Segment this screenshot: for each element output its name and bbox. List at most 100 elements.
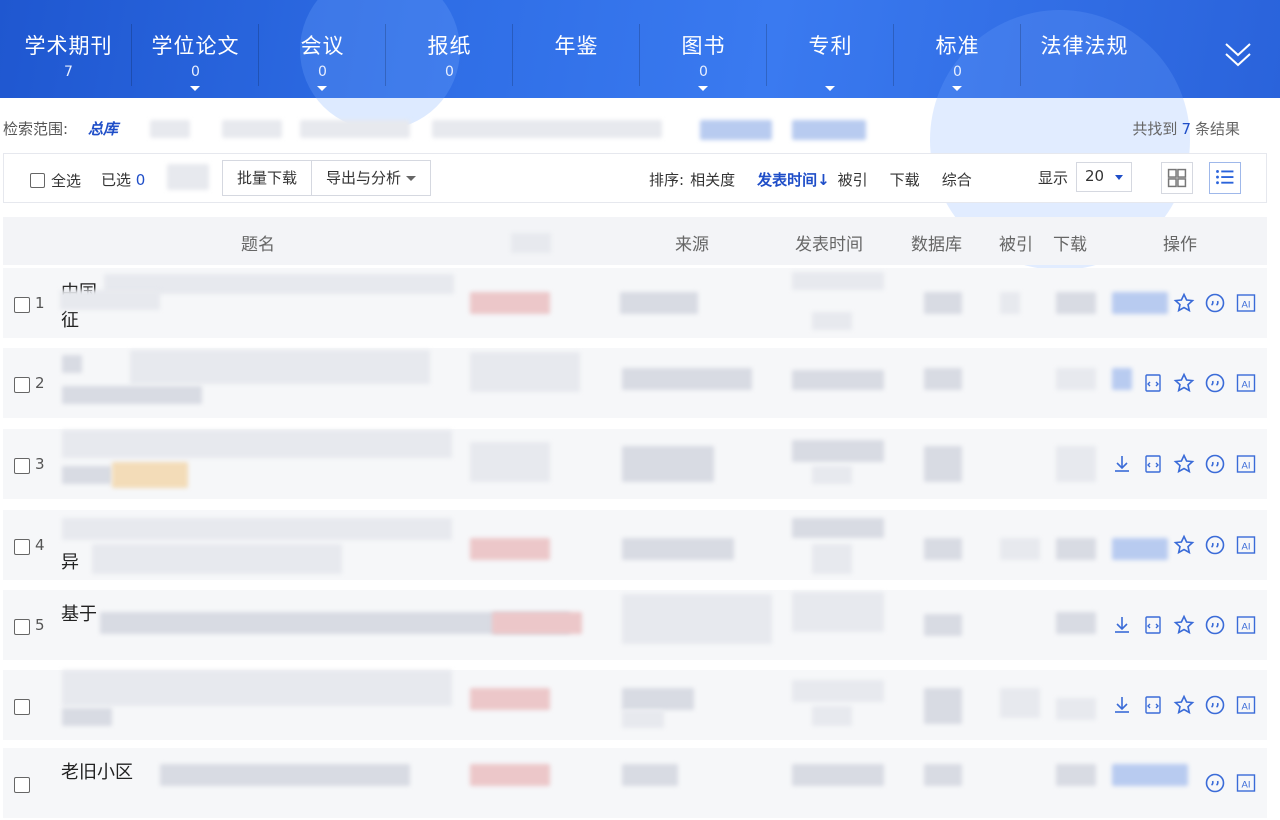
ai-icon[interactable]: AI bbox=[1235, 453, 1257, 475]
category-label: 学位论文 bbox=[151, 34, 240, 58]
checkbox[interactable] bbox=[30, 173, 45, 188]
scope-value[interactable]: 总库 bbox=[88, 118, 118, 139]
row-actions: AI bbox=[1111, 694, 1257, 716]
html-read-icon[interactable] bbox=[1142, 453, 1164, 475]
category-tab-standards[interactable]: 标准 0 bbox=[894, 10, 1021, 94]
row-checkbox[interactable] bbox=[14, 539, 30, 555]
svg-text:AI: AI bbox=[1242, 300, 1251, 311]
redacted-block bbox=[1112, 764, 1188, 786]
header-downloads[interactable]: 下载 bbox=[1053, 230, 1087, 255]
row-index: 3 bbox=[35, 455, 45, 473]
ai-icon[interactable]: AI bbox=[1235, 534, 1257, 556]
row-checkbox[interactable] bbox=[14, 458, 30, 474]
results-table-header: 题名 来源 发表时间 数据库 被引 下载 操作 bbox=[3, 217, 1267, 265]
redacted-block bbox=[622, 368, 752, 390]
category-label: 会议 bbox=[300, 34, 345, 58]
category-tab-laws[interactable]: 法律法规 bbox=[1021, 10, 1148, 94]
row-index: 2 bbox=[35, 374, 45, 392]
category-tab-journals[interactable]: 学术期刊 7 bbox=[5, 10, 132, 94]
redacted-block bbox=[112, 462, 188, 488]
download-icon[interactable] bbox=[1111, 614, 1133, 636]
redacted-block bbox=[622, 688, 694, 710]
batch-download-button[interactable]: 批量下载 bbox=[223, 161, 312, 195]
category-tab-patents[interactable]: 专利 bbox=[767, 10, 894, 94]
quote-icon[interactable] bbox=[1204, 694, 1226, 716]
header-date: 发表时间 bbox=[795, 235, 863, 255]
download-icon[interactable] bbox=[1111, 694, 1133, 716]
category-tab-books[interactable]: 图书 0 bbox=[640, 10, 767, 94]
category-label: 年鉴 bbox=[554, 34, 599, 58]
row-title-text[interactable]: 基于 bbox=[61, 600, 97, 626]
star-icon[interactable] bbox=[1173, 372, 1195, 394]
redacted-block bbox=[620, 292, 698, 314]
redacted-block bbox=[222, 120, 282, 138]
row-checkbox[interactable] bbox=[14, 297, 30, 313]
quote-icon[interactable] bbox=[1204, 772, 1226, 794]
star-icon[interactable] bbox=[1173, 292, 1195, 314]
export-analysis-button[interactable]: 导出与分析 bbox=[311, 161, 431, 195]
category-label: 报纸 bbox=[427, 34, 472, 58]
svg-text:AI: AI bbox=[1242, 380, 1251, 391]
row-checkbox[interactable] bbox=[14, 777, 30, 793]
star-icon[interactable] bbox=[1173, 694, 1195, 716]
quote-icon[interactable] bbox=[1204, 534, 1226, 556]
sort-cited[interactable]: 被引 bbox=[838, 169, 868, 190]
ai-icon[interactable]: AI bbox=[1235, 614, 1257, 636]
quote-icon[interactable] bbox=[1204, 614, 1226, 636]
category-tab-yearbooks[interactable]: 年鉴 bbox=[513, 10, 640, 94]
quote-icon[interactable] bbox=[1204, 372, 1226, 394]
sort-date[interactable]: 发表时间↓ bbox=[757, 169, 830, 190]
sort-downloads[interactable]: 下载 bbox=[890, 169, 920, 190]
star-icon[interactable] bbox=[1173, 614, 1195, 636]
ai-icon[interactable]: AI bbox=[1235, 292, 1257, 314]
category-tab-conferences[interactable]: 会议 0 bbox=[259, 10, 386, 94]
row-actions: AI bbox=[1142, 372, 1257, 394]
row-actions: AI bbox=[1111, 453, 1257, 475]
sort-relevance[interactable]: 相关度 bbox=[690, 169, 735, 190]
redacted-block bbox=[924, 368, 962, 390]
html-read-icon[interactable] bbox=[1142, 694, 1164, 716]
redacted-block bbox=[470, 352, 580, 392]
redacted-block bbox=[130, 350, 430, 384]
list-icon bbox=[1216, 170, 1234, 185]
star-icon[interactable] bbox=[1173, 453, 1195, 475]
header-actions: 操作 bbox=[1163, 235, 1197, 255]
redacted-block bbox=[622, 594, 772, 644]
ai-icon[interactable]: AI bbox=[1235, 772, 1257, 794]
ai-icon[interactable]: AI bbox=[1235, 694, 1257, 716]
select-all-checkbox[interactable]: 全选 bbox=[30, 170, 81, 191]
sort-overall[interactable]: 综合 bbox=[942, 169, 972, 190]
quote-icon[interactable] bbox=[1204, 453, 1226, 475]
quote-icon[interactable] bbox=[1204, 292, 1226, 314]
star-icon[interactable] bbox=[1173, 534, 1195, 556]
row-checkbox[interactable] bbox=[14, 377, 30, 393]
download-icon[interactable] bbox=[1111, 453, 1133, 475]
ai-icon[interactable]: AI bbox=[1235, 372, 1257, 394]
category-tab-theses[interactable]: 学位论文 0 bbox=[132, 10, 259, 94]
row-checkbox[interactable] bbox=[14, 619, 30, 635]
page-size-select[interactable]: 20 bbox=[1076, 162, 1133, 192]
redacted-block bbox=[622, 538, 734, 560]
caret-down-icon bbox=[190, 86, 200, 91]
list-view-button[interactable] bbox=[1209, 162, 1241, 194]
redacted-block bbox=[470, 538, 550, 560]
category-count: 0 bbox=[191, 64, 200, 80]
redacted-block bbox=[1056, 538, 1096, 560]
sort-label: 排序: bbox=[649, 171, 685, 189]
row-title-text[interactable]: 老旧小区 bbox=[61, 758, 133, 784]
redacted-block bbox=[924, 538, 962, 560]
grid-view-button[interactable] bbox=[1161, 162, 1193, 194]
redacted-block bbox=[1112, 538, 1168, 560]
redacted-block bbox=[924, 614, 962, 636]
header-title: 题名 bbox=[241, 235, 275, 255]
svg-text:AI: AI bbox=[1242, 780, 1251, 791]
row-title-text[interactable]: 异 bbox=[61, 548, 79, 574]
redacted-block bbox=[792, 764, 884, 786]
row-checkbox[interactable] bbox=[14, 699, 30, 715]
double-chevron-down-icon[interactable] bbox=[1220, 36, 1256, 72]
html-read-icon[interactable] bbox=[1142, 614, 1164, 636]
category-tab-newspapers[interactable]: 报纸 0 bbox=[386, 10, 513, 94]
html-read-icon[interactable] bbox=[1142, 372, 1164, 394]
header-cited[interactable]: 被引 bbox=[999, 230, 1033, 255]
category-label: 专利 bbox=[808, 34, 853, 58]
